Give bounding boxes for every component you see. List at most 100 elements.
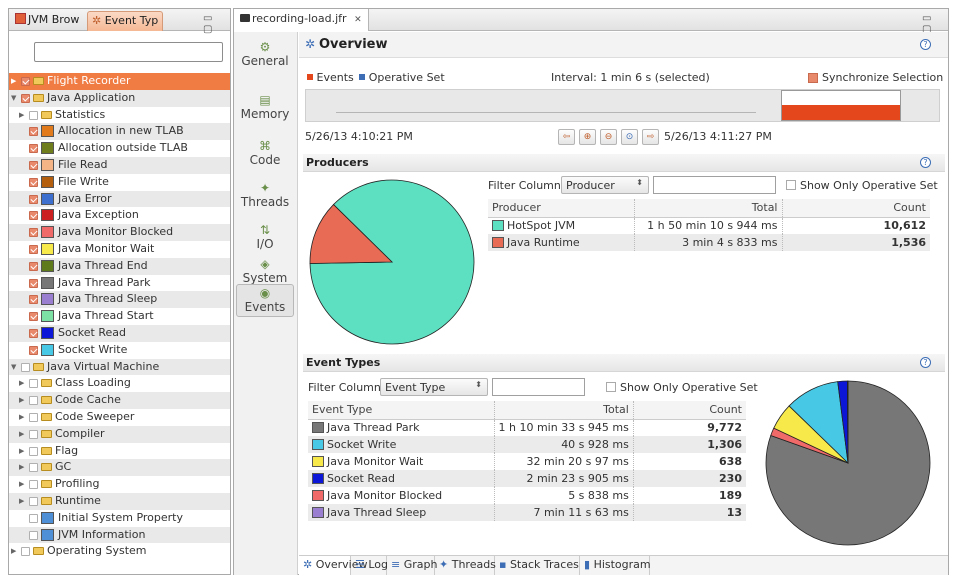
- bottom-tab-overview[interactable]: ✲ Overview: [299, 556, 368, 575]
- tree-item-checkbox[interactable]: [29, 412, 38, 422]
- expand-right-icon[interactable]: ▶: [19, 375, 27, 392]
- tree-item-checkbox[interactable]: [21, 547, 30, 557]
- tab-jvm-browser[interactable]: JVM Brow: [11, 11, 83, 31]
- tree-item-checkbox[interactable]: [29, 177, 38, 187]
- event-types-filter-input[interactable]: [492, 378, 585, 396]
- tree-item-checkbox[interactable]: [29, 480, 38, 490]
- left-view-window-controls[interactable]: ▭ ▢: [203, 13, 230, 35]
- producers-show-operative-checkbox[interactable]: [786, 180, 796, 190]
- tree-item-checkbox[interactable]: [29, 295, 38, 305]
- tab-event-types[interactable]: ✲ Event Typ: [87, 11, 164, 31]
- tree-item-checkbox[interactable]: [29, 127, 38, 137]
- tree-item-checkbox[interactable]: [29, 278, 38, 288]
- tree-item[interactable]: Java Exception: [9, 207, 230, 224]
- event-types-col-count[interactable]: Count: [633, 401, 746, 420]
- tree-item[interactable]: File Write: [9, 174, 230, 191]
- event-types-col-event-type[interactable]: Event Type: [308, 401, 495, 420]
- tree-item-checkbox[interactable]: [29, 345, 38, 355]
- tree-item[interactable]: ▶ Code Cache: [9, 392, 230, 409]
- zoom-out-button[interactable]: ⊖: [600, 129, 617, 145]
- tree-item[interactable]: ▼ Java Virtual Machine: [9, 358, 230, 376]
- producers-help-icon[interactable]: ?: [920, 157, 931, 168]
- event-types-help-icon[interactable]: ?: [920, 357, 931, 368]
- event-types-filter-column-select[interactable]: Event Type ⬍: [380, 378, 488, 396]
- tree-item[interactable]: ▶ Profiling: [9, 476, 230, 493]
- tree-item[interactable]: ▶ Runtime: [9, 492, 230, 510]
- tree-item[interactable]: Socket Write: [9, 342, 230, 359]
- table-row[interactable]: Socket Write 40 s 928 ms 1,306: [308, 436, 746, 453]
- expand-down-icon[interactable]: ▼: [11, 90, 19, 107]
- zoom-all-button[interactable]: ⊙: [621, 129, 638, 145]
- tree-item[interactable]: ▶ Operating System: [9, 543, 230, 560]
- tree-item-checkbox[interactable]: [29, 261, 38, 271]
- tree-item[interactable]: ▶ Compiler: [9, 425, 230, 443]
- tree-item[interactable]: Initial System Property: [9, 510, 230, 527]
- table-row[interactable]: Java Thread Sleep 7 min 11 s 63 ms 13: [308, 504, 746, 521]
- tree-item-checkbox[interactable]: [29, 160, 38, 170]
- tree-item-checkbox[interactable]: [29, 530, 38, 540]
- table-row[interactable]: HotSpot JVM 1 h 50 min 10 s 944 ms 10,612: [488, 217, 930, 234]
- table-row[interactable]: Java Monitor Wait 32 min 20 s 97 ms 638: [308, 453, 746, 470]
- producers-col-count[interactable]: Count: [782, 199, 930, 218]
- tree-item-checkbox[interactable]: [29, 194, 38, 204]
- tree-item-checkbox[interactable]: [29, 513, 38, 523]
- pan-left-button[interactable]: ⇦: [558, 129, 575, 145]
- expand-right-icon[interactable]: ▶: [19, 476, 27, 493]
- tree-item[interactable]: ▶ Flag: [9, 443, 230, 460]
- tree-item[interactable]: File Read: [9, 156, 230, 174]
- expand-right-icon[interactable]: ▶: [19, 409, 27, 426]
- tree-item[interactable]: ▶ Code Sweeper: [9, 409, 230, 426]
- table-row[interactable]: Socket Read 2 min 23 s 905 ms 230: [308, 470, 746, 487]
- table-row[interactable]: Java Thread Park 1 h 10 min 33 s 945 ms 9,…: [308, 419, 746, 436]
- help-icon[interactable]: ?: [920, 39, 931, 50]
- tree-item[interactable]: Socket Read: [9, 324, 230, 342]
- tree-item-checkbox[interactable]: [29, 110, 38, 120]
- tree-item-checkbox[interactable]: [21, 362, 30, 372]
- tree-item[interactable]: ▼ Java Application: [9, 89, 230, 107]
- tab-recording-load[interactable]: recording-load.jfr ✕: [234, 9, 369, 31]
- expand-right-icon[interactable]: ▶: [19, 493, 27, 510]
- tree-item[interactable]: Java Thread Sleep: [9, 291, 230, 309]
- tree-item[interactable]: ▶ Statistics: [9, 107, 230, 124]
- tree-item[interactable]: Java Monitor Blocked: [9, 224, 230, 241]
- pan-right-button[interactable]: ⇨: [642, 129, 659, 145]
- nav-item-io[interactable]: ⇅ I/O: [236, 223, 294, 251]
- expand-right-icon[interactable]: ▶: [19, 392, 27, 409]
- tree-item[interactable]: Allocation in new TLAB: [9, 123, 230, 141]
- expand-right-icon[interactable]: ▶: [19, 459, 27, 476]
- tree-item-checkbox[interactable]: [21, 77, 30, 86]
- tree-item-checkbox[interactable]: [29, 463, 38, 473]
- tree-item[interactable]: Allocation outside TLAB: [9, 140, 230, 157]
- tree-item[interactable]: Java Error: [9, 190, 230, 208]
- tree-item[interactable]: ▶ Class Loading: [9, 375, 230, 392]
- tree-item[interactable]: Java Monitor Wait: [9, 241, 230, 258]
- tree-item-checkbox[interactable]: [29, 446, 38, 456]
- event-types-col-total[interactable]: Total: [494, 401, 634, 420]
- expand-right-icon[interactable]: ▶: [19, 443, 27, 460]
- tree-item[interactable]: Java Thread End: [9, 257, 230, 275]
- tree-item-checkbox[interactable]: [29, 312, 38, 322]
- expand-right-icon[interactable]: ▶: [19, 107, 27, 124]
- tree-item-checkbox[interactable]: [29, 429, 38, 439]
- producers-filter-column-select[interactable]: Producer ⬍: [561, 176, 649, 194]
- producers-filter-input[interactable]: [653, 176, 776, 194]
- tree-item[interactable]: Java Thread Park: [9, 275, 230, 292]
- nav-item-general[interactable]: ⚙ General: [236, 40, 294, 68]
- tree-item-checkbox[interactable]: [29, 144, 38, 154]
- close-icon[interactable]: ✕: [354, 15, 362, 25]
- nav-item-threads[interactable]: ✦ Threads: [236, 181, 294, 209]
- tree-item-checkbox[interactable]: [29, 496, 38, 506]
- nav-item-events[interactable]: ◉ Events: [236, 284, 294, 317]
- expand-right-icon[interactable]: ▶: [19, 426, 27, 443]
- nav-item-code[interactable]: ⌘ Code: [236, 139, 294, 167]
- tree-item[interactable]: JVM Information: [9, 526, 230, 544]
- tree-item-checkbox[interactable]: [29, 211, 38, 221]
- producers-col-producer[interactable]: Producer: [488, 199, 635, 218]
- producers-col-total[interactable]: Total: [634, 199, 783, 218]
- table-row[interactable]: Java Runtime 3 min 4 s 833 ms 1,536: [488, 234, 930, 251]
- bottom-tab-stack-traces[interactable]: ▪ Stack Traces: [495, 556, 580, 575]
- expand-down-icon[interactable]: ▼: [11, 359, 19, 376]
- tree-item[interactable]: ▶ GC: [9, 459, 230, 477]
- expand-right-icon[interactable]: ▶: [11, 73, 19, 90]
- timeline-chart[interactable]: [305, 89, 940, 122]
